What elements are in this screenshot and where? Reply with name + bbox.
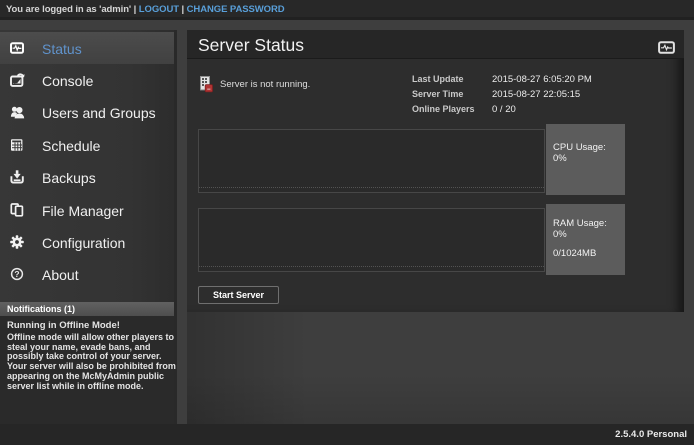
svg-text:?: ? [14, 269, 19, 279]
